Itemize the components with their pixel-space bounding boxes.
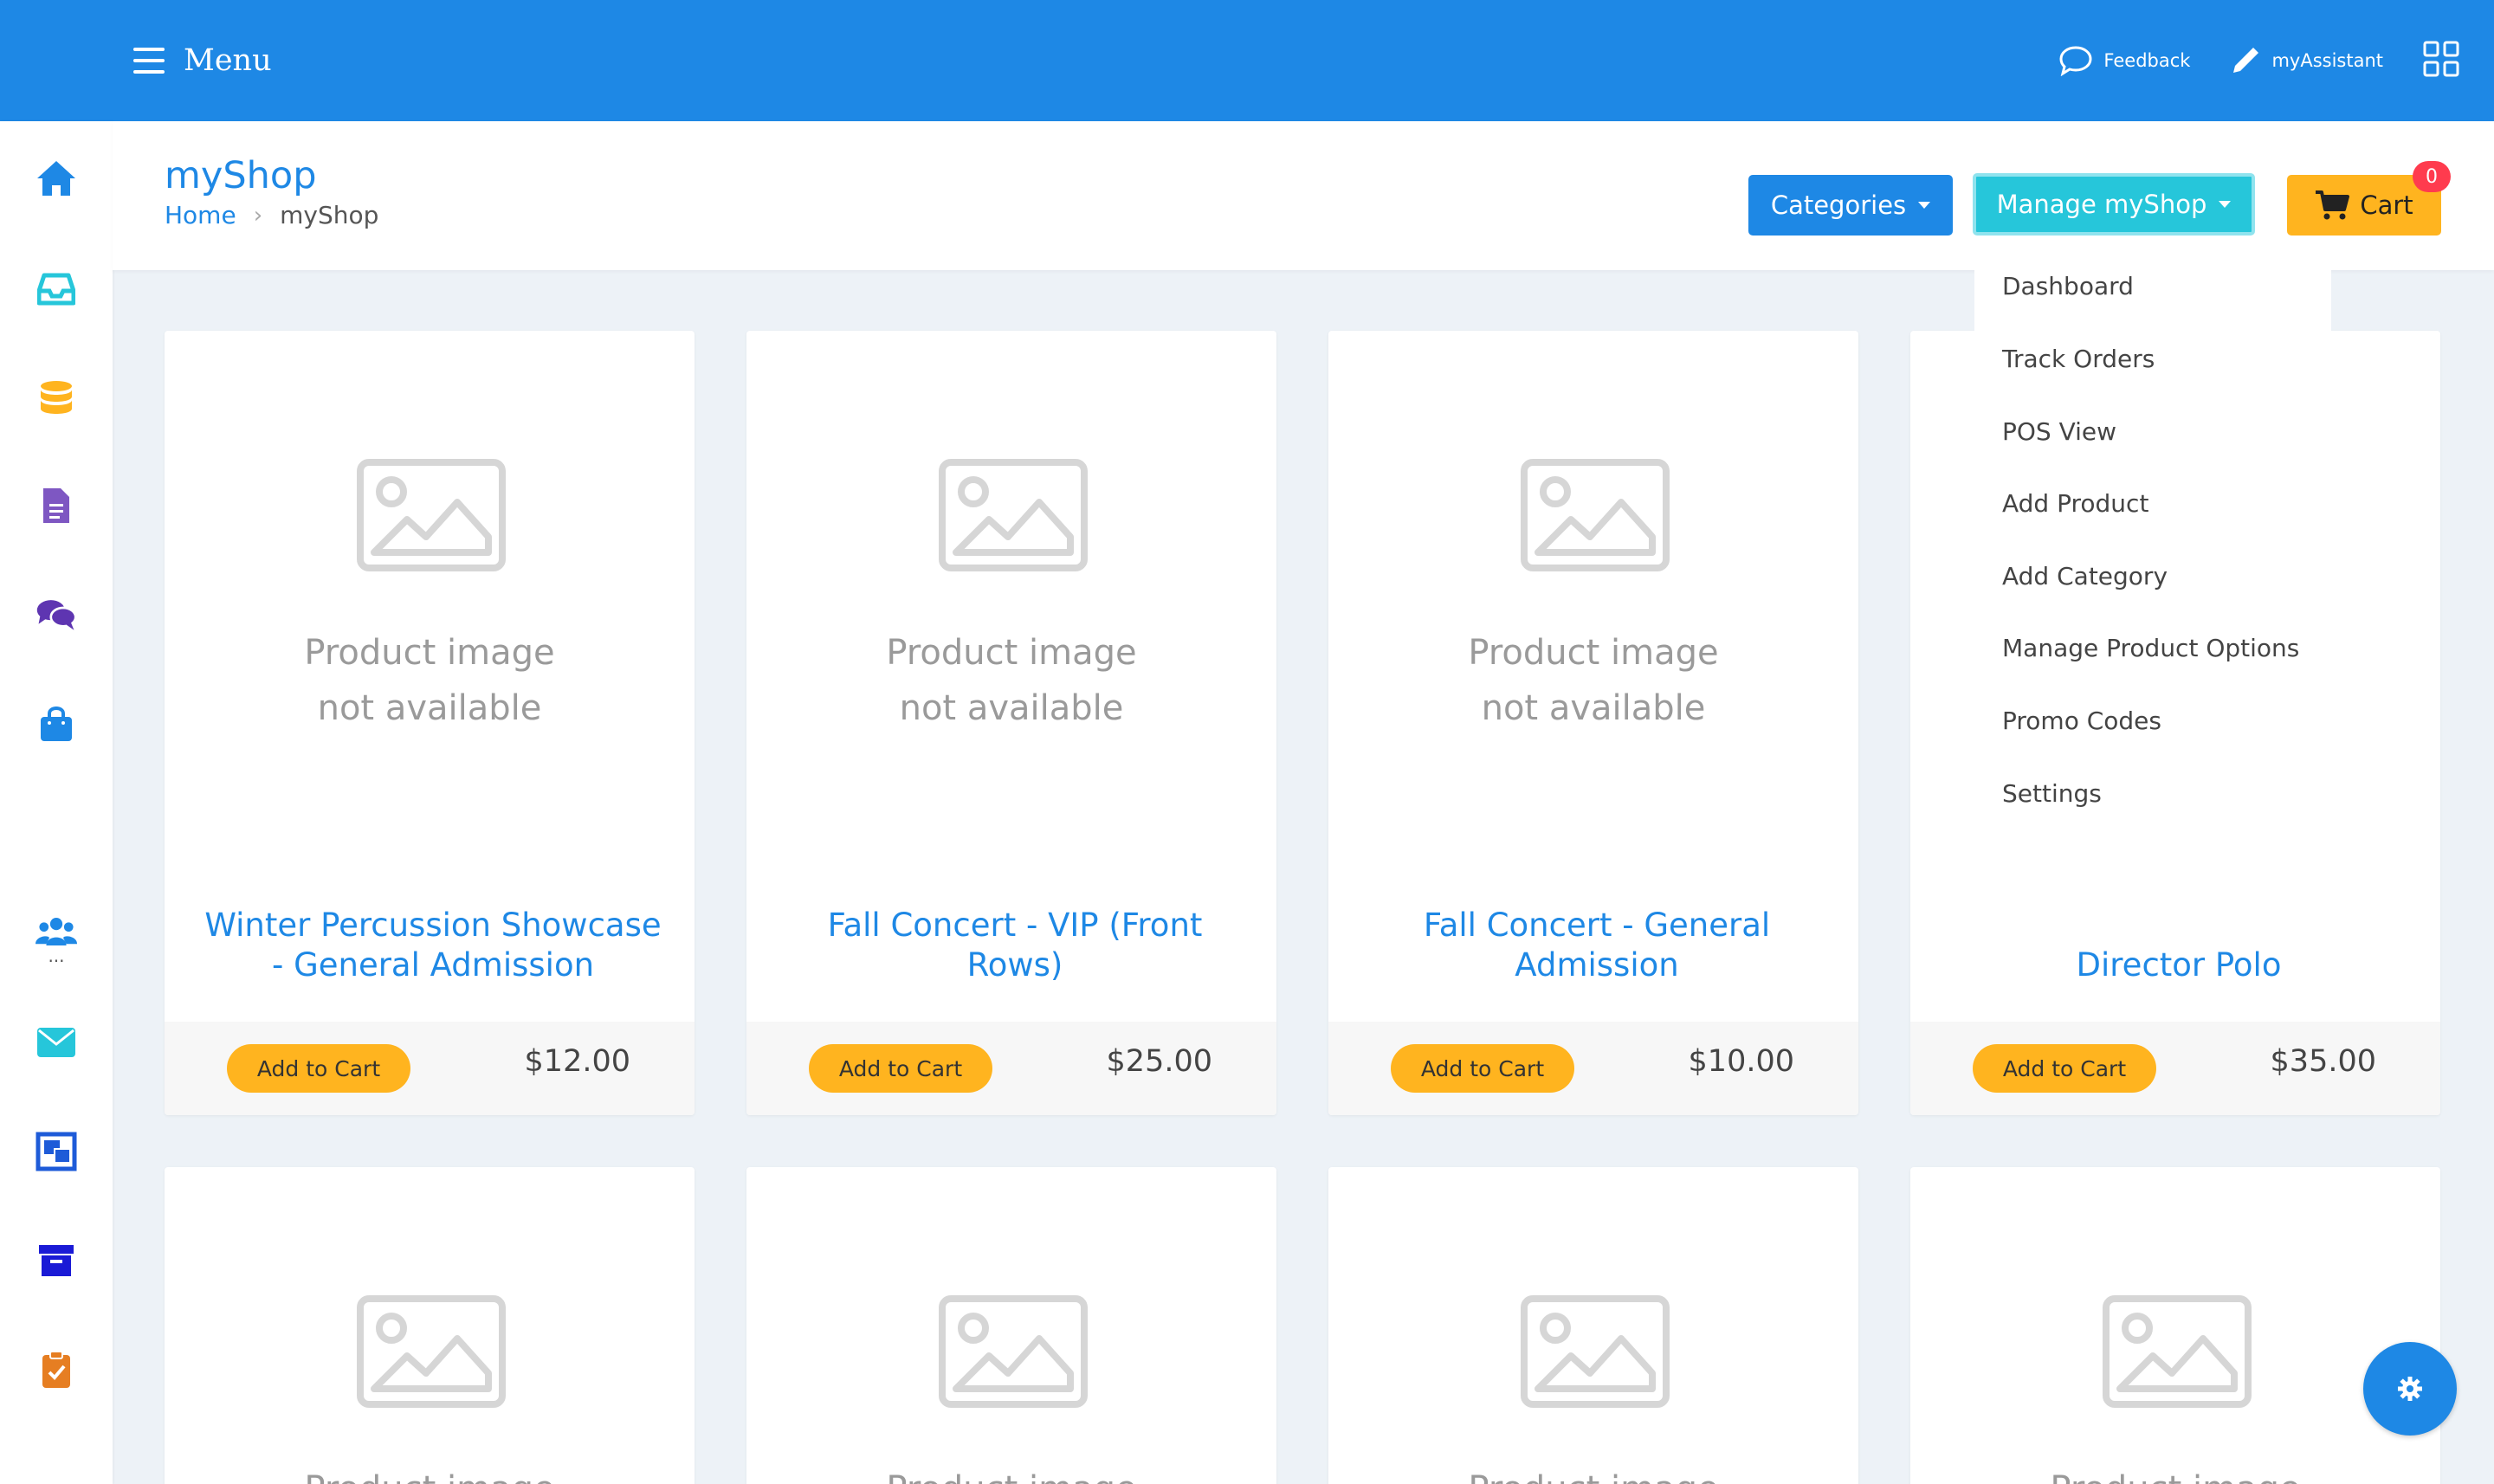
placeholder-text: Product image xyxy=(1328,1461,1858,1484)
image-placeholder-icon xyxy=(939,1295,1088,1408)
breadcrumb: Home › myShop xyxy=(165,201,378,229)
gear-icon xyxy=(2398,1377,2422,1401)
inbox-icon[interactable] xyxy=(36,268,77,310)
card-footer: Add to Cart $10.00 xyxy=(1328,1022,1858,1115)
categories-dropdown-button[interactable]: Categories xyxy=(1748,175,1953,236)
image-placeholder-icon xyxy=(939,459,1088,571)
product-card: Product image not available Fall Concert… xyxy=(746,331,1276,1115)
manage-myshop-menu: Dashboard Track Orders POS View Add Prod… xyxy=(1974,260,2331,823)
product-name-link[interactable]: Fall Concert - General Admission xyxy=(1363,906,1831,985)
product-price: $10.00 xyxy=(1688,1044,1794,1079)
placeholder-text: not available xyxy=(1481,688,1706,728)
product-card: Product image xyxy=(1910,1167,2440,1484)
image-placeholder-icon xyxy=(357,1295,506,1408)
myassistant-label: myAssistant xyxy=(2271,50,2383,71)
top-bar: Menu Feedback myAssistant xyxy=(0,0,2494,121)
categories-label: Categories xyxy=(1770,190,1907,220)
breadcrumb-current: myShop xyxy=(280,201,379,229)
placeholder-text: not available xyxy=(899,688,1124,728)
product-name-link[interactable]: Winter Percussion Showcase - General Adm… xyxy=(199,906,667,985)
chat-icon[interactable] xyxy=(36,594,77,636)
placeholder-text: not available xyxy=(317,688,542,728)
sidebar: ... xyxy=(0,121,113,1484)
menu-item-settings[interactable]: Settings xyxy=(2002,779,2102,808)
users-icon[interactable] xyxy=(36,911,77,952)
cart-label: Cart xyxy=(2360,190,2413,220)
menu-item-add-category[interactable]: Add Category xyxy=(2002,562,2168,590)
caret-down-icon xyxy=(2219,201,2232,208)
feedback-label: Feedback xyxy=(2103,50,2191,71)
caret-down-icon xyxy=(1918,202,1931,209)
product-card: Product image xyxy=(746,1167,1276,1484)
breadcrumb-home-link[interactable]: Home xyxy=(165,201,236,229)
placeholder-text: Product image xyxy=(886,633,1137,673)
product-name-link[interactable]: Fall Concert - VIP (Front Rows) xyxy=(781,906,1249,985)
menu-label: Menu xyxy=(184,43,272,78)
menu-item-track-orders[interactable]: Track Orders xyxy=(2002,345,2155,373)
product-price: $12.00 xyxy=(524,1044,630,1079)
archive-icon[interactable] xyxy=(36,1240,77,1281)
menu-item-manage-product-options[interactable]: Manage Product Options xyxy=(2002,634,2299,662)
cart-count-badge: 0 xyxy=(2413,161,2451,192)
pencil-icon xyxy=(2233,48,2259,73)
product-price: $35.00 xyxy=(2270,1044,2376,1079)
product-card: Product image not available Winter Percu… xyxy=(165,331,695,1115)
menu-item-promo-codes[interactable]: Promo Codes xyxy=(2002,707,2161,735)
placeholder-text: Product image xyxy=(1910,1461,2440,1484)
shopping-bag-icon[interactable] xyxy=(36,703,77,745)
document-icon[interactable] xyxy=(36,485,77,526)
card-footer: Add to Cart $25.00 xyxy=(746,1022,1276,1115)
image-placeholder-icon xyxy=(357,459,506,571)
clipboard-check-icon[interactable] xyxy=(36,1349,77,1390)
settings-fab-button[interactable] xyxy=(2363,1342,2457,1436)
menu-item-pos-view[interactable]: POS View xyxy=(2002,417,2116,446)
card-footer: Add to Cart $12.00 xyxy=(165,1022,695,1115)
image-placeholder-icon xyxy=(1521,459,1670,571)
product-price: $25.00 xyxy=(1106,1044,1212,1079)
placeholder-text: Product image xyxy=(1468,633,1719,673)
placeholder-text: Product image xyxy=(746,1461,1276,1484)
product-card: Product image xyxy=(1328,1167,1858,1484)
manage-myshop-label: Manage myShop xyxy=(1996,190,2207,219)
menu-item-add-product[interactable]: Add Product xyxy=(2002,489,2148,518)
apps-grid-icon[interactable] xyxy=(2423,41,2459,81)
product-card: Product image not available Fall Concert… xyxy=(1328,331,1858,1115)
placeholder-text: Product image xyxy=(165,1461,695,1484)
add-to-cart-button[interactable]: Add to Cart xyxy=(1973,1044,2156,1093)
menu-button[interactable]: Menu xyxy=(133,43,272,78)
image-placeholder-icon xyxy=(1521,1295,1670,1408)
image-placeholder-icon xyxy=(2103,1295,2252,1408)
manage-myshop-dropdown-button[interactable]: Manage myShop xyxy=(1973,173,2255,236)
chevron-right-icon: › xyxy=(253,202,263,229)
product-card: Product image xyxy=(165,1167,695,1484)
menu-item-dashboard[interactable]: Dashboard xyxy=(2002,272,2134,300)
gallery-icon[interactable] xyxy=(36,1131,77,1172)
add-to-cart-button[interactable]: Add to Cart xyxy=(809,1044,992,1093)
envelope-icon[interactable] xyxy=(36,1022,77,1063)
database-icon[interactable] xyxy=(36,377,77,419)
card-footer: Add to Cart $35.00 xyxy=(1910,1022,2440,1115)
speech-bubble-icon xyxy=(2059,46,2092,76)
shopping-cart-icon xyxy=(2316,190,2350,220)
page-title: myShop xyxy=(165,154,317,197)
add-to-cart-button[interactable]: Add to Cart xyxy=(227,1044,410,1093)
add-to-cart-button[interactable]: Add to Cart xyxy=(1391,1044,1574,1093)
hamburger-icon xyxy=(133,48,165,74)
feedback-link[interactable]: Feedback xyxy=(2058,45,2190,76)
home-icon[interactable] xyxy=(36,158,77,199)
placeholder-text: Product image xyxy=(304,633,555,673)
product-name-link[interactable]: Director Polo xyxy=(1945,945,2413,985)
myassistant-link[interactable]: myAssistant xyxy=(2230,45,2383,76)
